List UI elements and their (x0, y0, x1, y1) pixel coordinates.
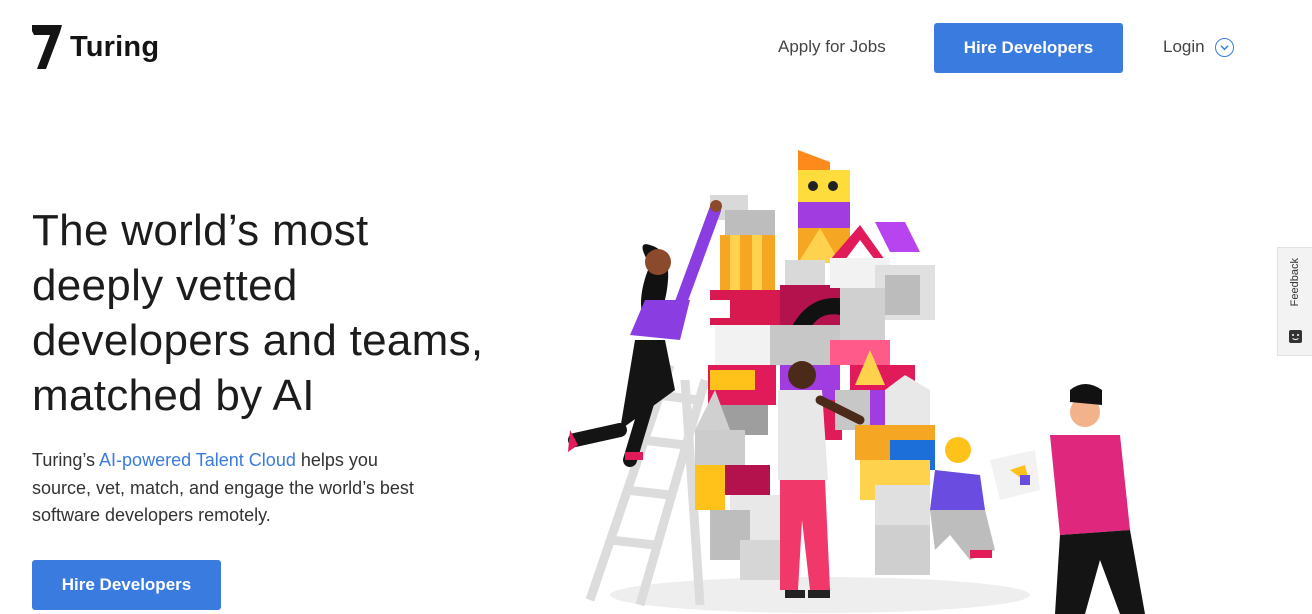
logo-text: Turing (70, 30, 160, 63)
hero-title-line: deeply vetted (32, 261, 298, 310)
hero-description-start: Turing’s (32, 450, 100, 470)
hero-title-line: matched by AI (32, 371, 315, 420)
hero-description: Turing’s AI-powered Talent Cloud helps y… (32, 447, 432, 530)
hero-title-line: The world’s most (32, 206, 369, 255)
hire-developers-hero-button[interactable]: Hire Developers (32, 560, 221, 610)
ai-talent-cloud-link[interactable]: AI-powered Talent Cloud (99, 450, 296, 470)
apply-for-jobs-link[interactable]: Apply for Jobs (778, 37, 886, 57)
feedback-label: Feedback (1289, 258, 1301, 307)
hero-title: The world’s most deeply vetted developer… (32, 203, 552, 423)
hero-title-line: developers and teams, (32, 316, 484, 365)
person-crouching-graphic (930, 437, 995, 560)
hero-illustration (568, 150, 1145, 614)
login-menu[interactable]: Login (1163, 37, 1234, 57)
chevron-down-icon (1214, 37, 1234, 57)
feedback-tab[interactable]: Feedback (1277, 247, 1312, 356)
person-right-graphic (990, 384, 1145, 614)
person-on-ladder-graphic (568, 200, 722, 467)
hire-developers-header-button[interactable]: Hire Developers (934, 23, 1123, 73)
feedback-icon (1288, 330, 1302, 343)
turing-logo-icon (32, 25, 62, 69)
login-label: Login (1163, 37, 1205, 56)
logo[interactable]: Turing (32, 25, 159, 69)
